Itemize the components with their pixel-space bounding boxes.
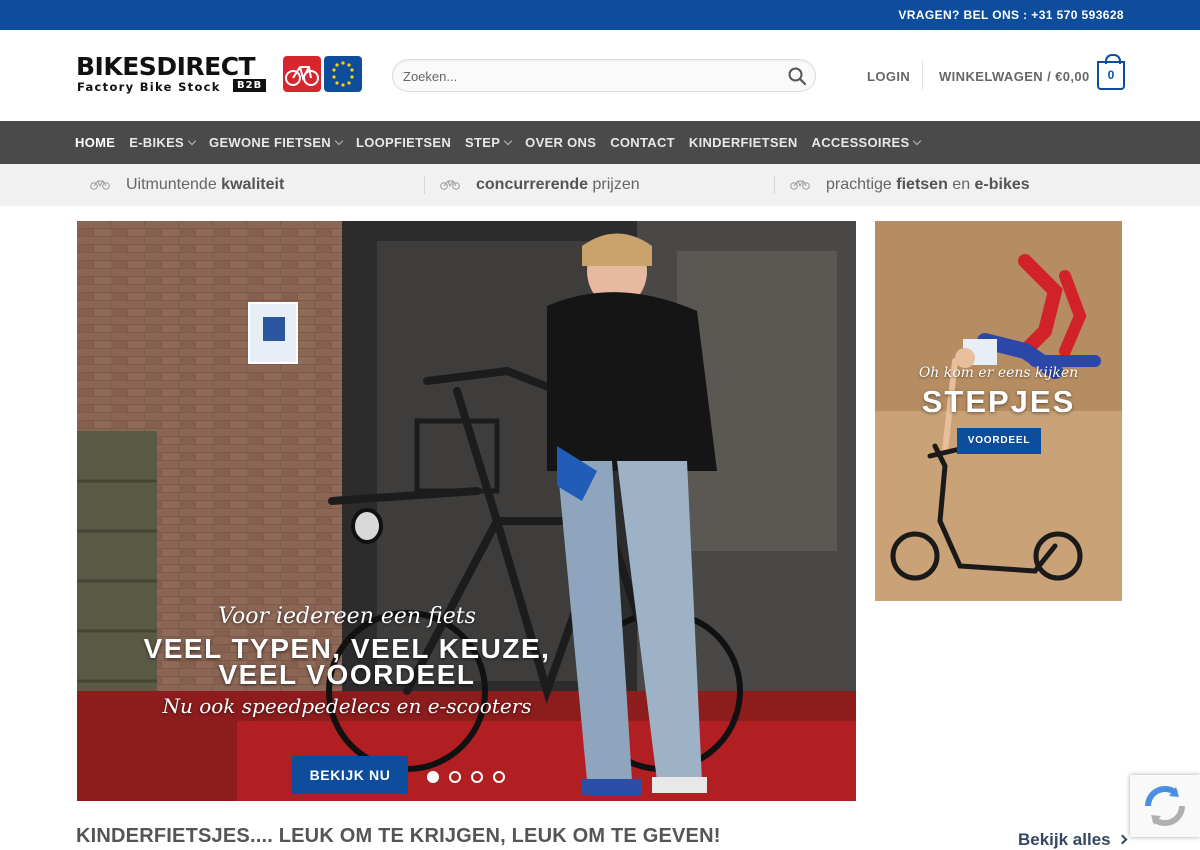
logo-brand-text: BIKESDIRECT (76, 52, 256, 81)
usp-bold-text: fietsen (896, 176, 948, 193)
usp-text: en (947, 176, 975, 193)
cart-count-badge: 0 (1107, 68, 1115, 82)
logo-tagline: Factory Bike Stock (77, 80, 221, 94)
nav-item-label: ACCESSOIRES (811, 135, 910, 150)
voordeel-button[interactable]: VOORDEEL (957, 428, 1041, 454)
recaptcha-badge[interactable] (1130, 775, 1200, 837)
recaptcha-icon (1144, 785, 1186, 827)
logo-b2b-badge: B2B (233, 79, 267, 92)
promo-banner-stepjes[interactable]: Oh kom er eens kijken STEPJES VOORDEEL (875, 221, 1122, 601)
bekijk-nu-button[interactable]: BEKIJK NU (292, 756, 408, 794)
view-all-link[interactable]: Bekijk alles (1018, 830, 1128, 850)
nav-item-label: GEWONE FIETSEN (209, 135, 331, 150)
top-bar: VRAGEN? BEL ONS : +31 570 593628 (0, 0, 1200, 30)
nav-item-home[interactable]: HOME (75, 121, 115, 164)
promo-script: Oh kom er eens kijken (918, 365, 1079, 381)
nav-item-step[interactable]: STEP (465, 121, 513, 164)
slider-dot-1[interactable] (427, 771, 439, 783)
usp-text: prijzen (588, 176, 640, 193)
usp-bold-text: concurrerende (476, 176, 589, 193)
cart-link[interactable]: WINKELWAGEN / €0,00 (939, 69, 1090, 84)
phone-contact-text[interactable]: VRAGEN? BEL ONS : +31 570 593628 (898, 8, 1124, 22)
view-all-label: Bekijk alles (1018, 830, 1111, 849)
site-logo[interactable]: BIKESDIRECT Factory Bike Stock B2B (76, 54, 362, 98)
nav-item-e-bikes[interactable]: E-BIKES (129, 121, 197, 164)
site-header: BIKESDIRECT Factory Bike Stock B2B Zoeke… (0, 30, 1200, 121)
nav-item-label: E-BIKES (129, 135, 185, 150)
bicycle-icon (790, 180, 810, 190)
search-bar (392, 59, 816, 92)
cart-icon[interactable]: 0 (1097, 54, 1125, 90)
usp-divider (774, 176, 775, 194)
chevron-down-icon (334, 136, 344, 146)
usp-item-quality: Uitmuntende kwaliteit (90, 164, 284, 206)
section-title-kinderfietsjes: KINDERFIETSJES.... LEUK OM TE KRIJGEN, L… (76, 825, 721, 847)
nav-item-loopfietsen[interactable]: LOOPFIETSEN (356, 121, 451, 164)
usp-bold-text: kwaliteit (221, 176, 285, 193)
header-divider (922, 60, 923, 90)
login-link[interactable]: LOGIN (867, 69, 910, 84)
usp-divider (424, 176, 425, 194)
nav-item-label: KINDERFIETSEN (688, 135, 798, 150)
nav-item-label: CONTACT (610, 135, 675, 150)
bicycle-icon (440, 180, 460, 190)
nav-item-gewone-fietsen[interactable]: GEWONE FIETSEN (209, 121, 344, 164)
hero-headline: VEEL TYPEN, VEEL KEUZE, VEEL VOORDEEL (77, 635, 617, 690)
usp-text: Uitmuntende (126, 176, 222, 193)
promo-title: STEPJES (921, 384, 1076, 419)
chevron-down-icon (503, 136, 513, 146)
chevron-right-icon (1117, 834, 1128, 845)
slider-dot-2[interactable] (449, 771, 461, 783)
nav-item-label: OVER ONS (525, 135, 597, 150)
bicycle-icon (90, 180, 110, 190)
usp-bar: Uitmuntende kwaliteit concurrerende prij… (0, 164, 1200, 206)
nav-item-over-ons[interactable]: OVER ONS (525, 121, 596, 164)
slider-dot-4[interactable] (493, 771, 505, 783)
chevron-down-icon (187, 136, 197, 146)
search-icon[interactable] (787, 66, 807, 86)
nav-item-kinderfietsen[interactable]: KINDERFIETSEN (689, 121, 798, 164)
hero-script-bottom: Nu ook speedpedelecs en e-scooters (162, 694, 532, 718)
eu-flag-icon (324, 56, 362, 92)
nav-item-label: HOME (75, 135, 116, 150)
usp-bold-text: e-bikes (974, 176, 1030, 193)
chevron-down-icon (913, 136, 922, 146)
main-nav: HOME E-BIKES GEWONE FIETSEN LOOPFIETSEN … (0, 121, 1200, 164)
logo-bicycle-icon (283, 56, 321, 92)
usp-item-range: prachtige fietsen en e-bikes (790, 164, 1030, 206)
slider-dots (427, 771, 515, 783)
slider-dot-3[interactable] (471, 771, 483, 783)
hero-script-top: Voor iedereen een fiets (218, 604, 476, 629)
search-input[interactable] (403, 66, 773, 86)
hero-slider[interactable]: Voor iedereen een fiets VEEL TYPEN, VEEL… (77, 221, 856, 801)
nav-item-label: STEP (465, 135, 501, 150)
nav-item-accessoires[interactable]: ACCESSOIRES (811, 121, 922, 164)
usp-text: prachtige (826, 176, 897, 193)
nav-item-contact[interactable]: CONTACT (610, 121, 675, 164)
hero-headline-line2: VEEL VOORDEEL (218, 659, 476, 690)
usp-item-prices: concurrerende prijzen (440, 164, 640, 206)
nav-item-label: LOOPFIETSEN (355, 135, 452, 150)
